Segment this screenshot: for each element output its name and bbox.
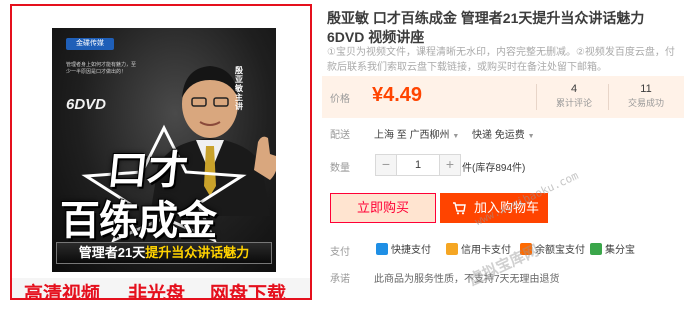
dvd-cover: 金碟传媒 管理者身上如何才能有魅力，至少一半原因是口才做出的！ 6DVD 殷亚敏… (52, 28, 276, 272)
shipping-destination-select[interactable]: 广西柳州 ▼ (410, 130, 460, 141)
cover-intro-text: 管理者身上如何才能有魅力，至少一半原因是口才做出的！ (66, 62, 137, 75)
promise-label: 承诺 (330, 274, 350, 285)
quick-pay-icon (376, 243, 388, 255)
credit-card-icon (446, 243, 458, 255)
shipping-method-select[interactable]: 快递 免运费 ▼ (472, 126, 535, 141)
quantity-stock: 件(库存894件) (462, 163, 526, 174)
quantity-label: 数量 (330, 163, 350, 174)
promo-cloud-download: 网盘下载 (210, 284, 287, 300)
yuebao-icon (520, 243, 532, 255)
quantity-decrease-button[interactable]: − (375, 154, 397, 176)
cover-title-line2: 百练成金 (60, 199, 217, 243)
promo-hd-video: 高清视频 (24, 284, 101, 300)
price-value: ¥4.49 (372, 84, 423, 106)
chevron-down-icon: ▼ (452, 133, 460, 140)
sales-label: 交易成功 (627, 98, 664, 108)
review-count: 4 (570, 83, 578, 95)
payment-method-label: 集分宝 (605, 245, 635, 256)
speaker-name: 殷亚敏主讲 (235, 66, 243, 111)
publisher-badge: 金碟传媒 (66, 38, 114, 50)
shipping-route: 上海 至 广西柳州 ▼ (374, 126, 459, 141)
shipping-method: 快递 免运费 (472, 130, 525, 141)
cover-banner-text: 管理者21天 (78, 245, 146, 260)
add-to-cart-button[interactable]: 加入购物车 (440, 193, 548, 223)
price-box: 价格 ¥4.49 4 累计评论 11 交易成功 (322, 76, 684, 118)
cover-banner-highlight: 提升当众讲话魅力 (145, 245, 250, 260)
quantity-increase-button[interactable]: + (439, 154, 461, 176)
promo-no-disc: 非光盘 (128, 284, 186, 300)
dvd-mark: 6DVD (66, 96, 107, 113)
sales-stat: 11 交易成功 (616, 82, 676, 110)
shipping-destination: 广西柳州 (409, 130, 450, 141)
shipping-from: 上海 至 (374, 130, 407, 141)
payment-method-label: 余额宝支付 (535, 245, 585, 256)
review-label: 累计评论 (555, 98, 592, 108)
payment-yuebao[interactable]: 余额宝支付 (520, 241, 585, 256)
stat-divider (608, 84, 609, 110)
add-to-cart-label: 加入购物车 (474, 200, 540, 215)
payment-quick[interactable]: 快捷支付 (376, 241, 431, 256)
sales-count: 11 (640, 83, 652, 95)
cart-icon (453, 202, 466, 215)
payment-credit-card[interactable]: 信用卡支付 (446, 241, 511, 256)
promo-strip: 高清视频 非光盘 网盘下载 (12, 278, 310, 300)
payment-method-label: 信用卡支付 (461, 245, 511, 256)
product-subtitle: ①宝贝为视频文件，课程清晰无水印，内容完整无删减。②视频发百度云盘，付款后联系我… (327, 47, 675, 73)
payment-label: 支付 (330, 247, 350, 258)
payment-method-label: 快捷支付 (391, 245, 431, 256)
review-stat[interactable]: 4 累计评论 (544, 82, 604, 110)
product-image[interactable]: 金碟传媒 管理者身上如何才能有魅力，至少一半原因是口才做出的！ 6DVD 殷亚敏… (10, 4, 312, 300)
price-label: 价格 (330, 94, 350, 105)
cover-banner: 管理者21天提升当众讲话魅力 (56, 242, 272, 264)
quantity-stepper: − 1 + (375, 154, 461, 176)
payment-jifenbao[interactable]: 集分宝 (590, 241, 635, 256)
stat-divider (536, 84, 537, 110)
product-title: 殷亚敏 口才百练成金 管理者21天提升当众讲话魅力 6DVD 视频讲座 (327, 10, 645, 45)
chevron-down-icon: ▼ (527, 133, 535, 140)
jifenbao-icon (590, 243, 602, 255)
promise-text: 此商品为服务性质，不支持7天无理由退货 (374, 274, 560, 285)
shipping-label: 配送 (330, 130, 350, 141)
buy-now-button[interactable]: 立即购买 (330, 193, 436, 223)
quantity-input[interactable]: 1 (397, 154, 439, 176)
